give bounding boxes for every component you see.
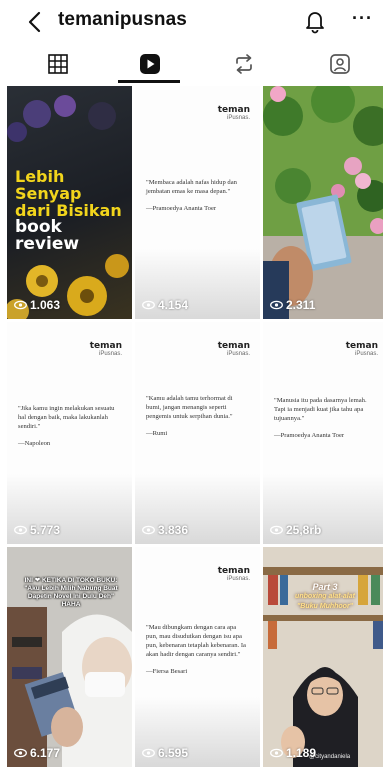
view-count: 6.595 (142, 746, 188, 760)
view-count: 2.311 (270, 298, 315, 312)
bell-icon[interactable] (303, 8, 327, 34)
eye-icon (142, 300, 155, 310)
eye-icon (270, 525, 283, 535)
view-count-label: 1.189 (286, 746, 317, 760)
view-count-label: 4.154 (158, 298, 189, 312)
tab-tagged[interactable] (292, 44, 383, 84)
quote-body: "Jika kamu ingin melakukan sesuatu hal d… (18, 405, 115, 430)
overlay-line: Lebih (15, 167, 65, 186)
quote-author: —Pramoedya Ananta Toer (146, 205, 217, 212)
part-label-line: Part 3 (312, 582, 338, 592)
active-tab-indicator (118, 80, 180, 83)
eye-icon (14, 748, 27, 758)
view-count: 5.773 (14, 523, 60, 537)
quote-text: "Jika kamu ingin melakukan sesuatu hal d… (18, 404, 118, 448)
part-label-line: "Buku Muhhoor" (296, 603, 354, 610)
teman-ipusnas-logo: teman iPusnas. (89, 341, 122, 358)
view-count-label: 6.595 (158, 746, 189, 760)
logo-line: iPusnas. (354, 351, 378, 357)
quote-author: —Fiersa Besari (146, 668, 188, 675)
logo-line: teman (345, 341, 378, 351)
eye-icon (270, 300, 283, 310)
eye-icon (270, 748, 283, 758)
view-count: 4.154 (142, 298, 188, 312)
view-count-label: 6.177 (30, 746, 61, 760)
reel-thumbnail[interactable]: teman iPusnas. "Membaca adalah nafas hid… (135, 86, 260, 319)
quote-author: —Rumi (146, 430, 168, 437)
quote-text: "Manusia itu pada dasarnya lemah. Tapi i… (274, 396, 374, 440)
view-count-label: 1.063 (30, 298, 61, 312)
reel-part-label: Part 3 unboxing alat-alat "Buku Muhhoor" (285, 582, 365, 612)
logo-line: teman (89, 341, 122, 351)
quote-text: "Membaca adalah nafas hidup dan jembatan… (146, 178, 246, 213)
reel-overlay-text: Lebih Senyap dari Bisikan book review (15, 168, 122, 253)
reel-thumbnail[interactable]: teman iPusnas. "Jika kamu ingin melakuka… (7, 322, 132, 544)
woman-in-library-image (263, 547, 383, 767)
reel-caption-overlay: INI ❤ KETIKA DI TOKO BUKU: "Aku Lebih Mi… (24, 577, 118, 608)
reel-thumbnail[interactable]: INI ❤ KETIKA DI TOKO BUKU: "Aku Lebih Mi… (7, 547, 132, 767)
tagged-icon (329, 54, 350, 74)
reel-thumbnail[interactable]: 2.311 (263, 86, 383, 319)
profile-username: temanipusnas (58, 9, 187, 30)
logo-line: teman (217, 341, 250, 351)
logo-line: iPusnas. (226, 576, 250, 582)
view-count-label: 2.311 (286, 298, 316, 312)
view-count: 1.063 (14, 298, 60, 312)
reel-thumbnail[interactable]: Part 3 unboxing alat-alat "Buku Muhhoor"… (263, 547, 383, 767)
teman-ipusnas-logo: teman iPusnas. (345, 341, 378, 358)
book-in-garden-image (263, 86, 383, 319)
view-count: 1.189 (270, 746, 316, 760)
part-label-line: unboxing alat-alat (295, 593, 355, 600)
quote-body: "Kamu adalah tamu terhormat di bumi, jan… (146, 395, 233, 420)
logo-line: teman (217, 566, 250, 576)
repost-icon (235, 54, 252, 74)
view-count: 25,8rb (270, 523, 321, 537)
teman-ipusnas-logo: teman iPusnas. (217, 566, 250, 583)
profile-header: temanipusnas ··· (0, 0, 383, 44)
reel-thumbnail[interactable]: teman iPusnas. "Mau dibungkam dengan car… (135, 547, 260, 767)
quote-body: "Manusia itu pada dasarnya lemah. Tapi i… (274, 397, 367, 422)
quote-body: "Mau dibungkam dengan cara apa pun, mau … (146, 624, 246, 658)
view-count-label: 5.773 (30, 523, 61, 537)
logo-line: iPusnas. (226, 351, 250, 357)
overlay-line: review (15, 234, 80, 254)
eye-icon (142, 525, 155, 535)
reel-thumbnail[interactable]: teman iPusnas. "Kamu adalah tamu terhorm… (135, 322, 260, 544)
logo-line: iPusnas. (226, 115, 250, 121)
tab-grid[interactable] (10, 44, 105, 84)
teman-ipusnas-logo: teman iPusnas. (217, 341, 250, 358)
view-count: 3.836 (142, 523, 188, 537)
logo-line: teman (217, 105, 250, 115)
chevron-left-icon[interactable] (24, 10, 48, 34)
teman-ipusnas-logo: teman iPusnas. (217, 105, 250, 122)
eye-icon (142, 748, 155, 758)
reels-grid: Lebih Senyap dari Bisikan book review 1.… (7, 86, 383, 767)
grid-icon (47, 54, 68, 74)
tab-reels[interactable] (102, 44, 197, 84)
quote-author: —Pramoedya Ananta Toer (274, 432, 345, 439)
profile-tabs (0, 44, 383, 84)
reel-thumbnail[interactable]: Lebih Senyap dari Bisikan book review 1.… (7, 86, 132, 319)
logo-line: iPusnas. (98, 351, 122, 357)
eye-icon (14, 525, 27, 535)
quote-author: —Napoleon (18, 440, 51, 447)
overlay-line: Senyap (15, 184, 82, 203)
reel-thumbnail[interactable]: teman iPusnas. "Manusia itu pada dasarny… (263, 322, 383, 544)
view-count: 6.177 (14, 746, 60, 760)
eye-icon (14, 300, 27, 310)
view-count-label: 3.836 (158, 523, 189, 537)
view-count-label: 25,8rb (286, 523, 322, 537)
quote-body: "Membaca adalah nafas hidup dan jembatan… (146, 179, 237, 195)
reels-icon (139, 54, 160, 74)
tab-reposts[interactable] (196, 44, 291, 84)
more-options-button[interactable]: ··· (352, 8, 373, 29)
quote-text: "Kamu adalah tamu terhormat di bumi, jan… (146, 394, 246, 438)
quote-text: "Mau dibungkam dengan cara apa pun, mau … (146, 623, 246, 676)
